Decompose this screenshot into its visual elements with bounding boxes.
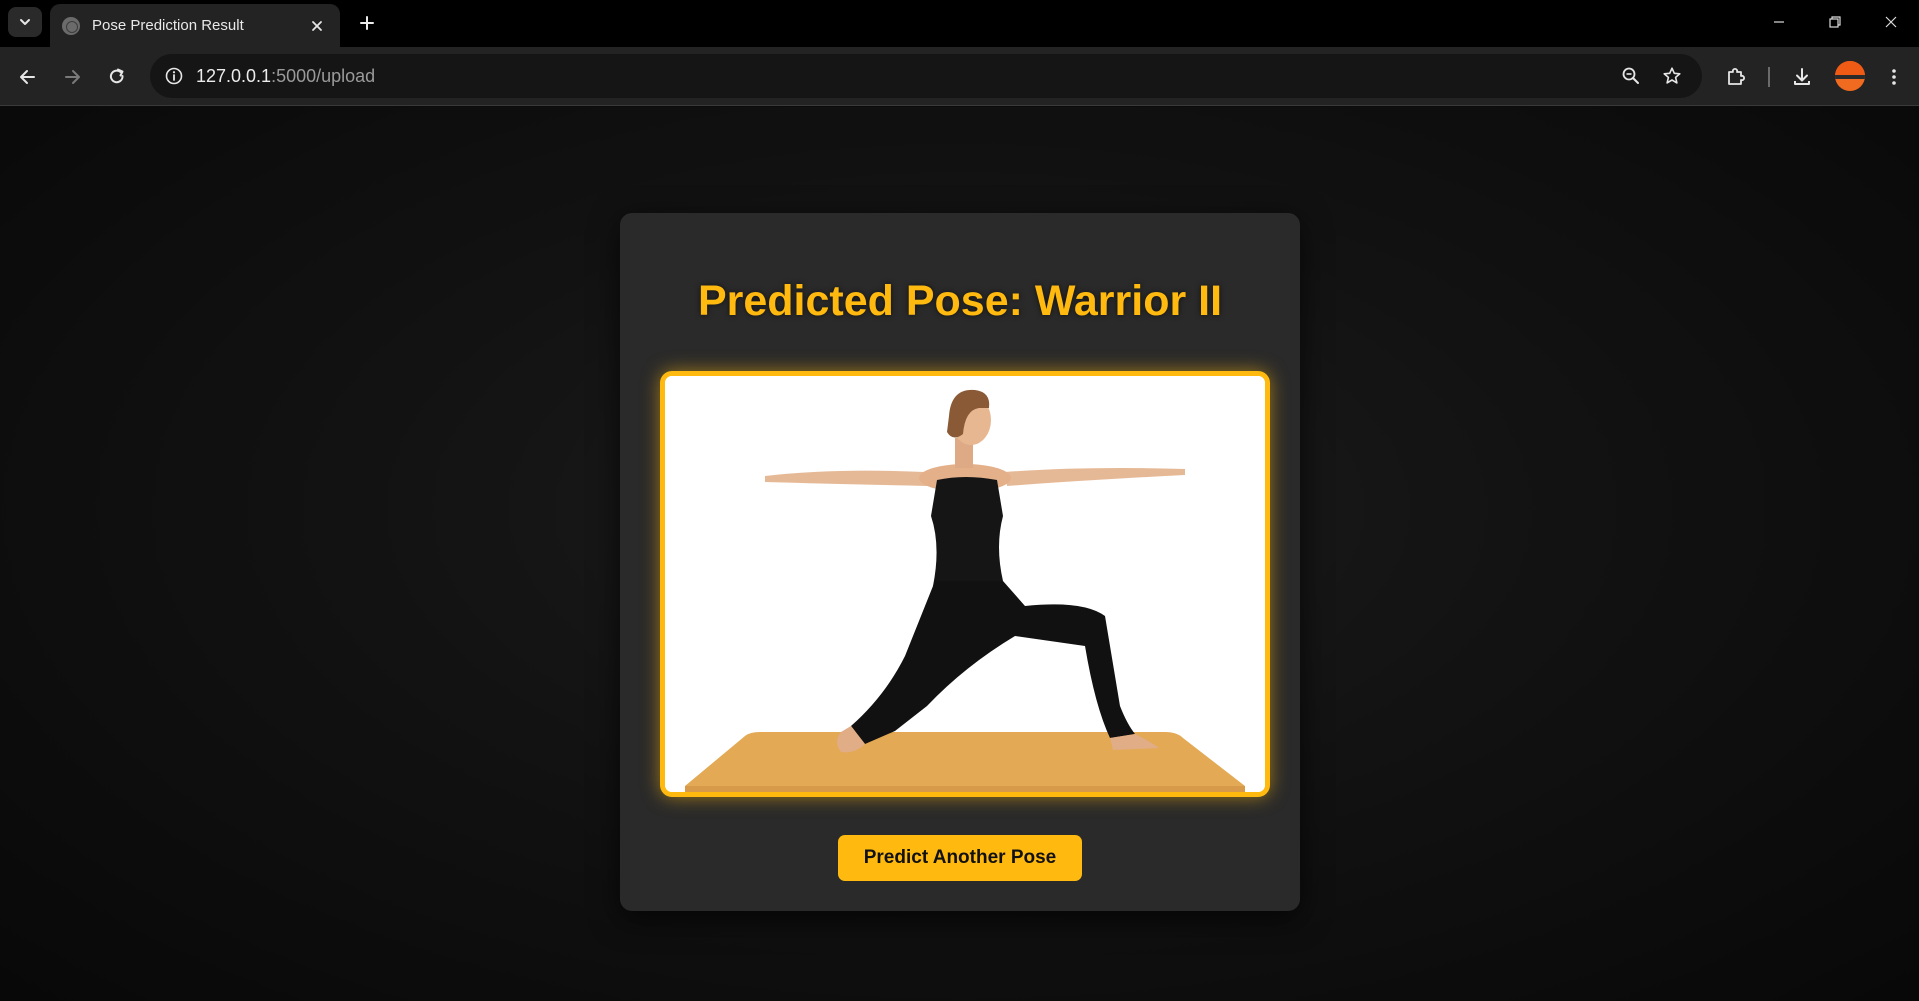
zoom-icon: [1622, 67, 1639, 84]
window-controls: [1751, 0, 1919, 44]
active-tab[interactable]: Pose Prediction Result: [50, 4, 340, 47]
close-icon: [1885, 16, 1897, 28]
tab-title: Pose Prediction Result: [92, 17, 244, 34]
site-info-button[interactable]: [160, 62, 188, 90]
puzzle-icon: [1728, 68, 1745, 85]
bookmark-button[interactable]: [1658, 62, 1686, 90]
chevron-down-icon: [20, 19, 30, 25]
yoga-photo: [665, 376, 1265, 792]
reload-button[interactable]: [101, 61, 133, 93]
tab-search-button[interactable]: [8, 7, 42, 37]
browser-toolbar: 127.0.0.1:5000/upload: [0, 47, 1919, 106]
new-tab-button[interactable]: [352, 8, 382, 38]
toolbar-divider: [1768, 67, 1770, 87]
restore-button[interactable]: [1807, 0, 1863, 44]
reload-icon: [109, 68, 124, 84]
minimize-button[interactable]: [1751, 0, 1807, 44]
tab-strip: Pose Prediction Result: [0, 0, 1919, 47]
url-host: 127.0.0.1: [196, 66, 272, 86]
star-icon: [1663, 67, 1681, 84]
profile-avatar[interactable]: [1835, 61, 1865, 91]
globe-icon: [62, 16, 80, 35]
restore-icon: [1829, 16, 1841, 28]
arrow-left-icon: [20, 70, 35, 84]
url-text: 127.0.0.1:5000/upload: [196, 54, 375, 98]
tab-close-button[interactable]: [306, 15, 328, 37]
url-path: :5000/upload: [271, 66, 376, 86]
extensions-button[interactable]: [1720, 61, 1752, 93]
zoom-button[interactable]: [1617, 62, 1645, 90]
download-icon: [1794, 68, 1810, 85]
arrow-right-icon: [65, 70, 80, 84]
downloads-button[interactable]: [1786, 61, 1818, 93]
close-icon: [312, 20, 322, 31]
menu-button[interactable]: [1878, 61, 1910, 93]
more-vert-icon: [1892, 69, 1896, 85]
info-icon: [165, 67, 183, 85]
page-viewport: Predicted Pose: Warrior II Predict Anoth…: [0, 107, 1919, 1001]
back-button[interactable]: [12, 61, 44, 93]
close-window-button[interactable]: [1863, 0, 1919, 44]
predict-another-pose-button[interactable]: Predict Another Pose: [838, 835, 1082, 881]
plus-icon: [360, 16, 374, 30]
predicted-pose-title: Predicted Pose: Warrior II: [697, 277, 1223, 325]
uploaded-pose-image: [660, 371, 1270, 797]
forward-button[interactable]: [56, 61, 88, 93]
minimize-icon: [1774, 21, 1784, 23]
address-bar[interactable]: 127.0.0.1:5000/upload: [150, 54, 1702, 98]
result-card: Predicted Pose: Warrior II Predict Anoth…: [620, 213, 1300, 911]
